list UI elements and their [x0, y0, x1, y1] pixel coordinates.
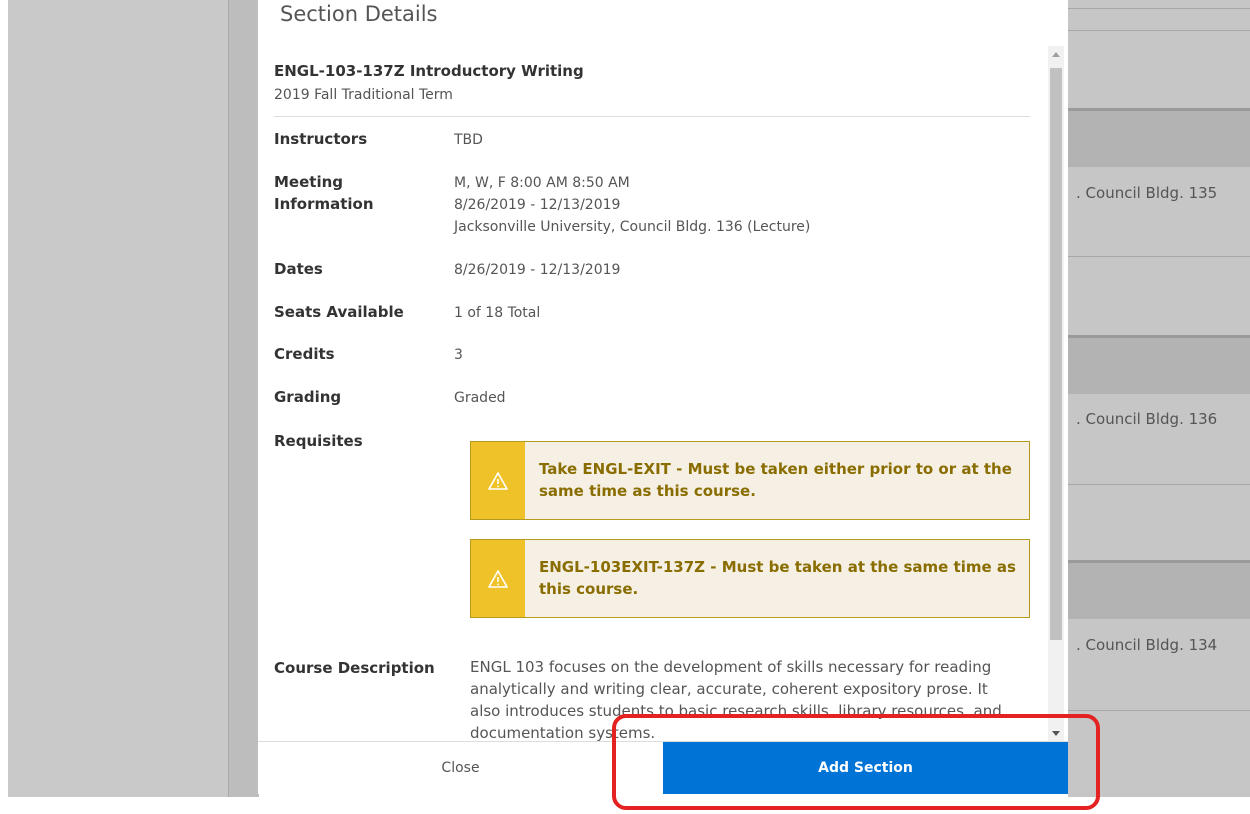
background-location-1: Council Bldg. 135 — [1076, 184, 1218, 202]
scrollbar-thumb[interactable] — [1050, 68, 1062, 640]
requisite-icon-box — [471, 442, 525, 519]
background-location-3: Council Bldg. 134 — [1076, 636, 1218, 654]
header-divider — [274, 116, 1030, 117]
dates-label: Dates — [274, 260, 323, 278]
requisite-icon-box — [471, 540, 525, 617]
dates-value: 8/26/2019 - 12/13/2019 — [454, 262, 621, 278]
requisite-2-line1: ENGL-103EXIT-137Z - Must be taken at the… — [539, 558, 1016, 576]
meeting-label-line2: Information — [274, 195, 374, 213]
requisites-label: Requisites — [274, 432, 363, 450]
requisite-warning-2: ENGL-103EXIT-137Z - Must be taken at the… — [470, 539, 1030, 618]
requisite-2-line2: this course. — [539, 580, 639, 598]
warning-icon — [488, 569, 508, 588]
requisite-text-2: ENGL-103EXIT-137Z - Must be taken at the… — [539, 556, 1017, 600]
grading-value: Graded — [454, 390, 506, 406]
description-line2: analytically and writing clear, accurate… — [470, 680, 988, 698]
close-button[interactable]: Close — [258, 742, 663, 794]
requisite-text-1: Take ENGL-EXIT - Must be taken either pr… — [539, 458, 1017, 502]
modal-scrollbar[interactable] — [1048, 46, 1064, 742]
course-title: ENGL-103-137Z Introductory Writing — [274, 62, 584, 80]
background-schedule-panel: Council Bldg. 135 Council Bldg. 136 Coun… — [1068, 0, 1250, 797]
credits-label: Credits — [274, 345, 335, 363]
description-line1: ENGL 103 focuses on the development of s… — [470, 658, 992, 676]
warning-icon — [488, 471, 508, 490]
seats-label: Seats Available — [274, 303, 404, 321]
meeting-label: Meeting Information — [274, 171, 374, 215]
modal-title: Section Details — [280, 2, 438, 26]
highlight-box — [612, 714, 1100, 810]
background-location-2: Council Bldg. 136 — [1076, 410, 1218, 428]
credits-value: 3 — [454, 347, 463, 363]
scroll-up-icon[interactable] — [1052, 52, 1060, 57]
course-term: 2019 Fall Traditional Term — [274, 87, 453, 103]
grading-label: Grading — [274, 388, 342, 406]
meeting-label-line1: Meeting — [274, 173, 344, 191]
meeting-location: Jacksonville University, Council Bldg. 1… — [454, 219, 811, 235]
background-left-panel — [8, 0, 228, 797]
instructors-value: TBD — [454, 132, 483, 148]
requisite-1-line1: Take ENGL-EXIT - Must be taken either pr… — [539, 460, 1012, 478]
requisite-warning-1: Take ENGL-EXIT - Must be taken either pr… — [470, 441, 1030, 520]
meeting-value: M, W, F 8:00 AM 8:50 AM 8/26/2019 - 12/1… — [454, 172, 810, 238]
description-label: Course Description — [274, 659, 435, 677]
seats-value: 1 of 18 Total — [454, 305, 541, 321]
section-details-modal: Section Details ENGL-103-137Z Introducto… — [258, 0, 1068, 794]
meeting-times: M, W, F 8:00 AM 8:50 AM — [454, 175, 630, 191]
background-gutter — [228, 0, 259, 797]
instructors-label: Instructors — [274, 130, 368, 148]
requisite-1-line2: same time as this course. — [539, 482, 756, 500]
meeting-dates: 8/26/2019 - 12/13/2019 — [454, 197, 621, 213]
